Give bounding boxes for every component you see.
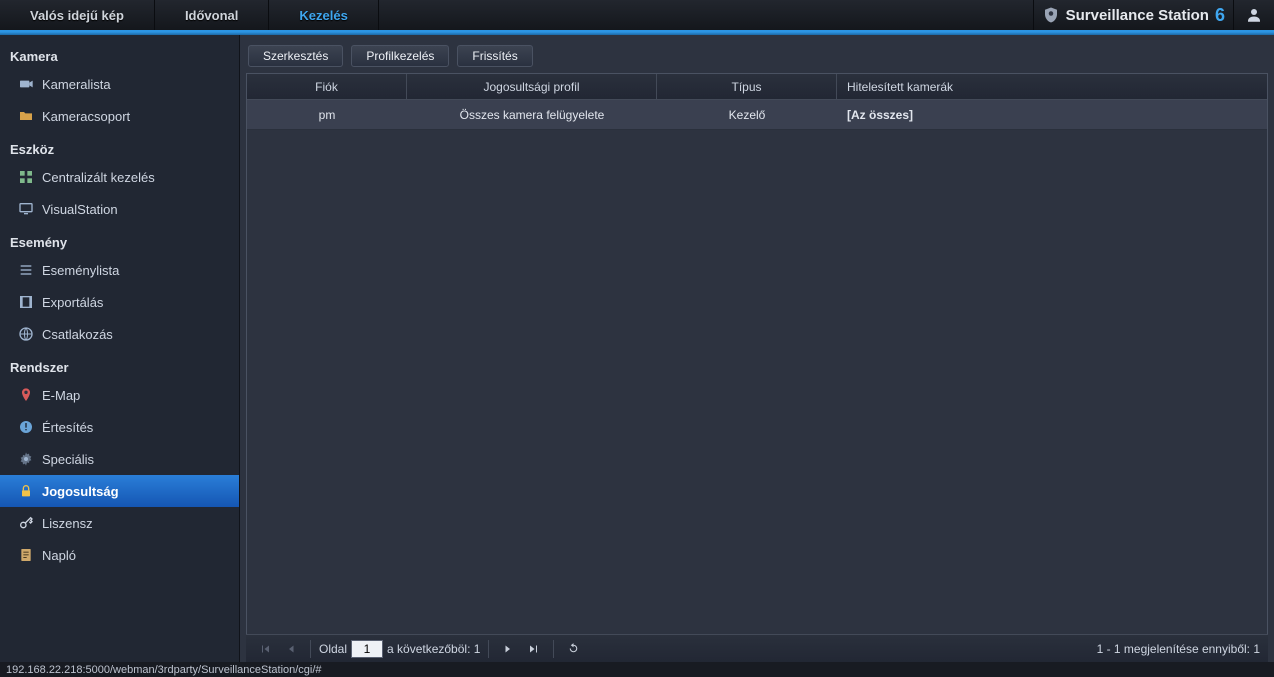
brand-version: 6 [1215,5,1225,26]
page-prev[interactable] [280,639,302,659]
sidebar: Kamera Kameralista Kameracsoport Eszköz … [0,35,240,662]
table-row[interactable]: pm Összes kamera felügyelete Kezelő [Az … [247,100,1267,130]
content-panel: Szerkesztés Profilkezelés Frissítés Fiók… [240,35,1274,662]
top-bar: Valós idejű kép Idővonal Kezelés Surveil… [0,0,1274,32]
col-cameras[interactable]: Hitelesített kamerák [837,74,1267,99]
monitor-icon [18,201,34,217]
brand-name: Surveillance Station [1066,7,1209,24]
col-type[interactable]: Típus [657,74,837,99]
profile-button[interactable]: Profilkezelés [351,45,449,67]
camera-icon [18,76,34,92]
film-icon [18,294,34,310]
page-next[interactable] [497,639,519,659]
list-icon [18,262,34,278]
sidebar-item-label: Kameralista [42,77,111,92]
gear-icon [18,451,34,467]
page-summary: 1 - 1 megjelenítése ennyiből: 1 [1097,642,1260,656]
sidebar-item-emap[interactable]: E-Map [0,379,239,411]
sidebar-item-central[interactable]: Centralizált kezelés [0,161,239,193]
page-label: Oldal [319,642,347,656]
sidebar-item-cameragroup[interactable]: Kameracsoport [0,100,239,132]
edit-button[interactable]: Szerkesztés [248,45,343,67]
status-text: 192.168.22.218:5000/webman/3rdparty/Surv… [6,664,322,676]
alert-icon [18,419,34,435]
grid-icon [18,169,34,185]
sidebar-group-event: Esemény [0,225,239,254]
sidebar-item-special[interactable]: Speciális [0,443,239,475]
sidebar-item-label: E-Map [42,388,80,403]
nav-manage[interactable]: Kezelés [269,0,378,30]
col-profile[interactable]: Jogosultsági profil [407,74,657,99]
sidebar-item-label: Exportálás [42,295,103,310]
pager: Oldal a következőböl: 1 1 - 1 megjelenít… [246,634,1268,662]
main-area: Kamera Kameralista Kameracsoport Eszköz … [0,35,1274,662]
top-nav: Valós idejű kép Idővonal Kezelés [0,0,379,30]
refresh-button[interactable]: Frissítés [457,45,532,67]
sidebar-item-cameralist[interactable]: Kameralista [0,68,239,100]
sidebar-group-camera: Kamera [0,39,239,68]
sidebar-item-label: Napló [42,548,76,563]
page-of: a következőböl: 1 [387,642,480,656]
sidebar-item-privilege[interactable]: Jogosultság [0,475,239,507]
grid-body: pm Összes kamera felügyelete Kezelő [Az … [247,100,1267,634]
cell-profile: Összes kamera felügyelete [407,100,657,129]
pin-icon [18,387,34,403]
sidebar-item-label: Kameracsoport [42,109,130,124]
toolbar: Szerkesztés Profilkezelés Frissítés [246,41,1268,73]
sidebar-item-label: Liszensz [42,516,93,531]
sidebar-item-license[interactable]: Liszensz [0,507,239,539]
sidebar-item-eventlist[interactable]: Eseménylista [0,254,239,286]
user-menu[interactable] [1234,0,1274,30]
log-icon [18,547,34,563]
sidebar-item-notify[interactable]: Értesítés [0,411,239,443]
cell-account: pm [247,100,407,129]
sidebar-group-device: Eszköz [0,132,239,161]
page-first[interactable] [254,639,276,659]
sidebar-item-label: Jogosultság [42,484,119,499]
page-last[interactable] [523,639,545,659]
sidebar-item-export[interactable]: Exportálás [0,286,239,318]
nav-live[interactable]: Valós idejű kép [0,0,155,30]
sidebar-item-label: Csatlakozás [42,327,113,342]
sidebar-item-label: VisualStation [42,202,118,217]
page-input[interactable] [351,640,383,658]
sidebar-group-system: Rendszer [0,350,239,379]
folder-icon [18,108,34,124]
cell-cameras: [Az összes] [837,100,1267,129]
page-reload[interactable] [562,639,584,659]
sidebar-item-visualstation[interactable]: VisualStation [0,193,239,225]
brand: Surveillance Station 6 [1033,0,1234,30]
grid-header: Fiók Jogosultsági profil Típus Hitelesít… [247,74,1267,100]
globe-icon [18,326,34,342]
sidebar-item-label: Centralizált kezelés [42,170,155,185]
key-icon [18,515,34,531]
sidebar-item-label: Értesítés [42,420,93,435]
col-account[interactable]: Fiók [247,74,407,99]
sidebar-item-label: Speciális [42,452,94,467]
cell-type: Kezelő [657,100,837,129]
data-grid: Fiók Jogosultsági profil Típus Hitelesít… [246,73,1268,634]
sidebar-item-label: Eseménylista [42,263,119,278]
shield-icon [1042,6,1060,24]
nav-timeline[interactable]: Idővonal [155,0,269,30]
sidebar-item-log[interactable]: Napló [0,539,239,571]
sidebar-item-connect[interactable]: Csatlakozás [0,318,239,350]
lock-icon [18,483,34,499]
status-bar: 192.168.22.218:5000/webman/3rdparty/Surv… [0,662,1274,677]
user-icon [1245,6,1263,24]
